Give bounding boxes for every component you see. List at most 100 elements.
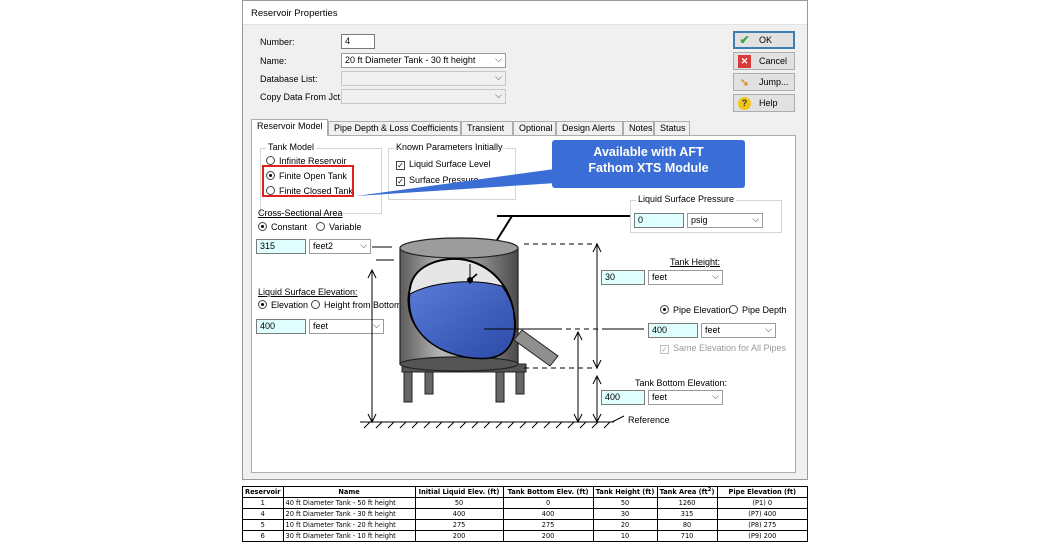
cell-pipe-elev: (P1) 0 [716, 497, 809, 509]
cell-height: 20 [592, 519, 658, 531]
cell-height: 10 [592, 530, 658, 542]
tab-transient[interactable]: Transient [461, 121, 513, 135]
number-input[interactable]: 4 [341, 34, 375, 49]
reservoir-properties-dialog: Reservoir Properties Number: 4 Name: 20 … [242, 0, 808, 480]
table-row: 6 30 ft Diameter Tank - 10 ft height 200… [242, 530, 809, 542]
database-list-label: Database List: [260, 74, 318, 84]
radio-icon [729, 305, 738, 314]
reservoir-model-panel: Tank Model Infinite Reservoir Finite Ope… [251, 135, 796, 473]
copy-data-select[interactable]: ⌵ [341, 89, 506, 104]
tank-bottom-unit-select[interactable]: feet ⌵ [648, 390, 723, 405]
ok-label: OK [759, 35, 773, 45]
cell-reservoir: 5 [242, 519, 284, 531]
table-row: 4 20 ft Diameter Tank - 30 ft height 400… [242, 508, 809, 520]
col-tank-bottom-elev: Tank Bottom Elev. (ft) [502, 486, 594, 498]
same-elevation-label: Same Elevation for All Pipes [673, 343, 787, 353]
radio-pipe-elevation[interactable]: Pipe Elevation [660, 305, 731, 315]
checkmark-icon: ✔ [739, 33, 750, 47]
table-header-row: Reservoir Name Initial Liquid Elev. (ft)… [242, 486, 809, 498]
ok-button[interactable]: ✔ OK [733, 31, 795, 49]
tab-notes[interactable]: Notes [623, 121, 654, 135]
cell-area: 80 [656, 519, 718, 531]
col-name: Name [282, 486, 416, 498]
jump-label: Jump... [759, 77, 789, 87]
dialog-title: Reservoir Properties [243, 1, 807, 25]
cell-initial-elev: 275 [414, 519, 504, 531]
col-tank-height: Tank Height (ft) [592, 486, 658, 498]
help-label: Help [759, 98, 778, 108]
cell-area: 710 [656, 530, 718, 542]
chevron-down-icon: ⌵ [712, 271, 719, 281]
cell-initial-elev: 50 [414, 497, 504, 509]
cancel-label: Cancel [759, 56, 788, 66]
table-row: 1 40 ft Diameter Tank - 50 ft height 50 … [242, 497, 809, 509]
pipe-elevation-input[interactable]: 400 [648, 323, 698, 338]
help-icon: ? [738, 96, 751, 110]
cell-initial-elev: 200 [414, 530, 504, 542]
tank-bottom-elevation-input[interactable]: 400 [601, 390, 645, 405]
table-row: 5 10 ft Diameter Tank - 20 ft height 275… [242, 519, 809, 531]
col-tank-area: Tank Area (ft2) [656, 486, 718, 498]
chevron-down-icon: ⌵ [495, 54, 502, 64]
cell-name: 40 ft Diameter Tank - 50 ft height [282, 497, 416, 509]
cell-bottom-elev: 400 [502, 508, 594, 520]
checkmark-icon: ✓ [660, 345, 669, 354]
cell-reservoir: 1 [242, 497, 284, 509]
cell-reservoir: 6 [242, 530, 284, 542]
tab-optional[interactable]: Optional [513, 121, 556, 135]
pipe-elevation-unit-value: feet [705, 325, 721, 335]
cell-pipe-elev: (P8) 275 [716, 519, 809, 531]
cell-height: 30 [592, 508, 658, 520]
cell-name: 30 ft Diameter Tank - 10 ft height [282, 530, 416, 542]
tank-area-text: Tank Area (ft [659, 488, 708, 497]
cell-initial-elev: 400 [414, 508, 504, 520]
chevron-down-icon: ⌵ [495, 90, 502, 100]
cell-area: 1260 [656, 497, 718, 509]
cell-area: 315 [656, 508, 718, 520]
tank-height-title: Tank Height: [670, 257, 721, 267]
tank-area-close: ) [711, 488, 715, 497]
tab-design-alerts[interactable]: Design Alerts [556, 121, 623, 135]
radio-pipe-depth[interactable]: Pipe Depth [729, 305, 787, 315]
radio-selected-icon [660, 305, 669, 314]
cell-bottom-elev: 0 [502, 497, 594, 509]
col-initial-liquid-elev: Initial Liquid Elev. (ft) [414, 486, 504, 498]
chevron-down-icon: ⌵ [495, 72, 502, 82]
name-select[interactable]: 20 ft Diameter Tank - 30 ft height ⌵ [341, 53, 506, 68]
cell-name: 20 ft Diameter Tank - 30 ft height [282, 508, 416, 520]
tank-bottom-unit-value: feet [652, 392, 668, 402]
cell-pipe-elev: (P9) 200 [716, 530, 809, 542]
cell-name: 10 ft Diameter Tank - 20 ft height [282, 519, 416, 531]
tab-reservoir-model[interactable]: Reservoir Model [251, 119, 328, 136]
copy-data-label: Copy Data From Jct... [260, 92, 348, 102]
tank-height-unit-select[interactable]: feet ⌵ [648, 270, 723, 285]
jump-arrow-icon: ➘ [739, 76, 750, 89]
number-label: Number: [260, 37, 295, 47]
cell-reservoir: 4 [242, 508, 284, 520]
reservoir-summary-table: Reservoir Name Initial Liquid Elev. (ft)… [242, 486, 809, 542]
name-label: Name: [260, 56, 287, 66]
database-list-select[interactable]: ⌵ [341, 71, 506, 86]
col-reservoir: Reservoir [242, 486, 284, 498]
name-value: 20 ft Diameter Tank - 30 ft height [345, 55, 476, 65]
checkbox-same-elevation[interactable]: ✓ Same Elevation for All Pipes [660, 343, 786, 354]
cell-height: 50 [592, 497, 658, 509]
tank-height-unit-value: feet [652, 272, 668, 282]
tab-status[interactable]: Status [654, 121, 690, 135]
cell-pipe-elev: (P7) 400 [716, 508, 809, 520]
pipe-elevation-unit-select[interactable]: feet ⌵ [701, 323, 776, 338]
pipe-elevation-label: Pipe Elevation [673, 305, 731, 315]
cell-bottom-elev: 275 [502, 519, 594, 531]
close-icon: ✕ [738, 54, 751, 68]
chevron-down-icon: ⌵ [765, 324, 772, 334]
cell-bottom-elev: 200 [502, 530, 594, 542]
pipe-depth-label: Pipe Depth [742, 305, 787, 315]
chevron-down-icon: ⌵ [712, 391, 719, 401]
tank-height-input[interactable]: 30 [601, 270, 645, 285]
jump-button[interactable]: ➘ Jump... [733, 73, 795, 91]
col-pipe-elevation: Pipe Elevation (ft) [716, 486, 809, 498]
tab-pipe-depth[interactable]: Pipe Depth & Loss Coefficients [328, 121, 461, 135]
cancel-button[interactable]: ✕ Cancel [733, 52, 795, 70]
help-button[interactable]: ? Help [733, 94, 795, 112]
reference-label: Reference [628, 415, 670, 425]
